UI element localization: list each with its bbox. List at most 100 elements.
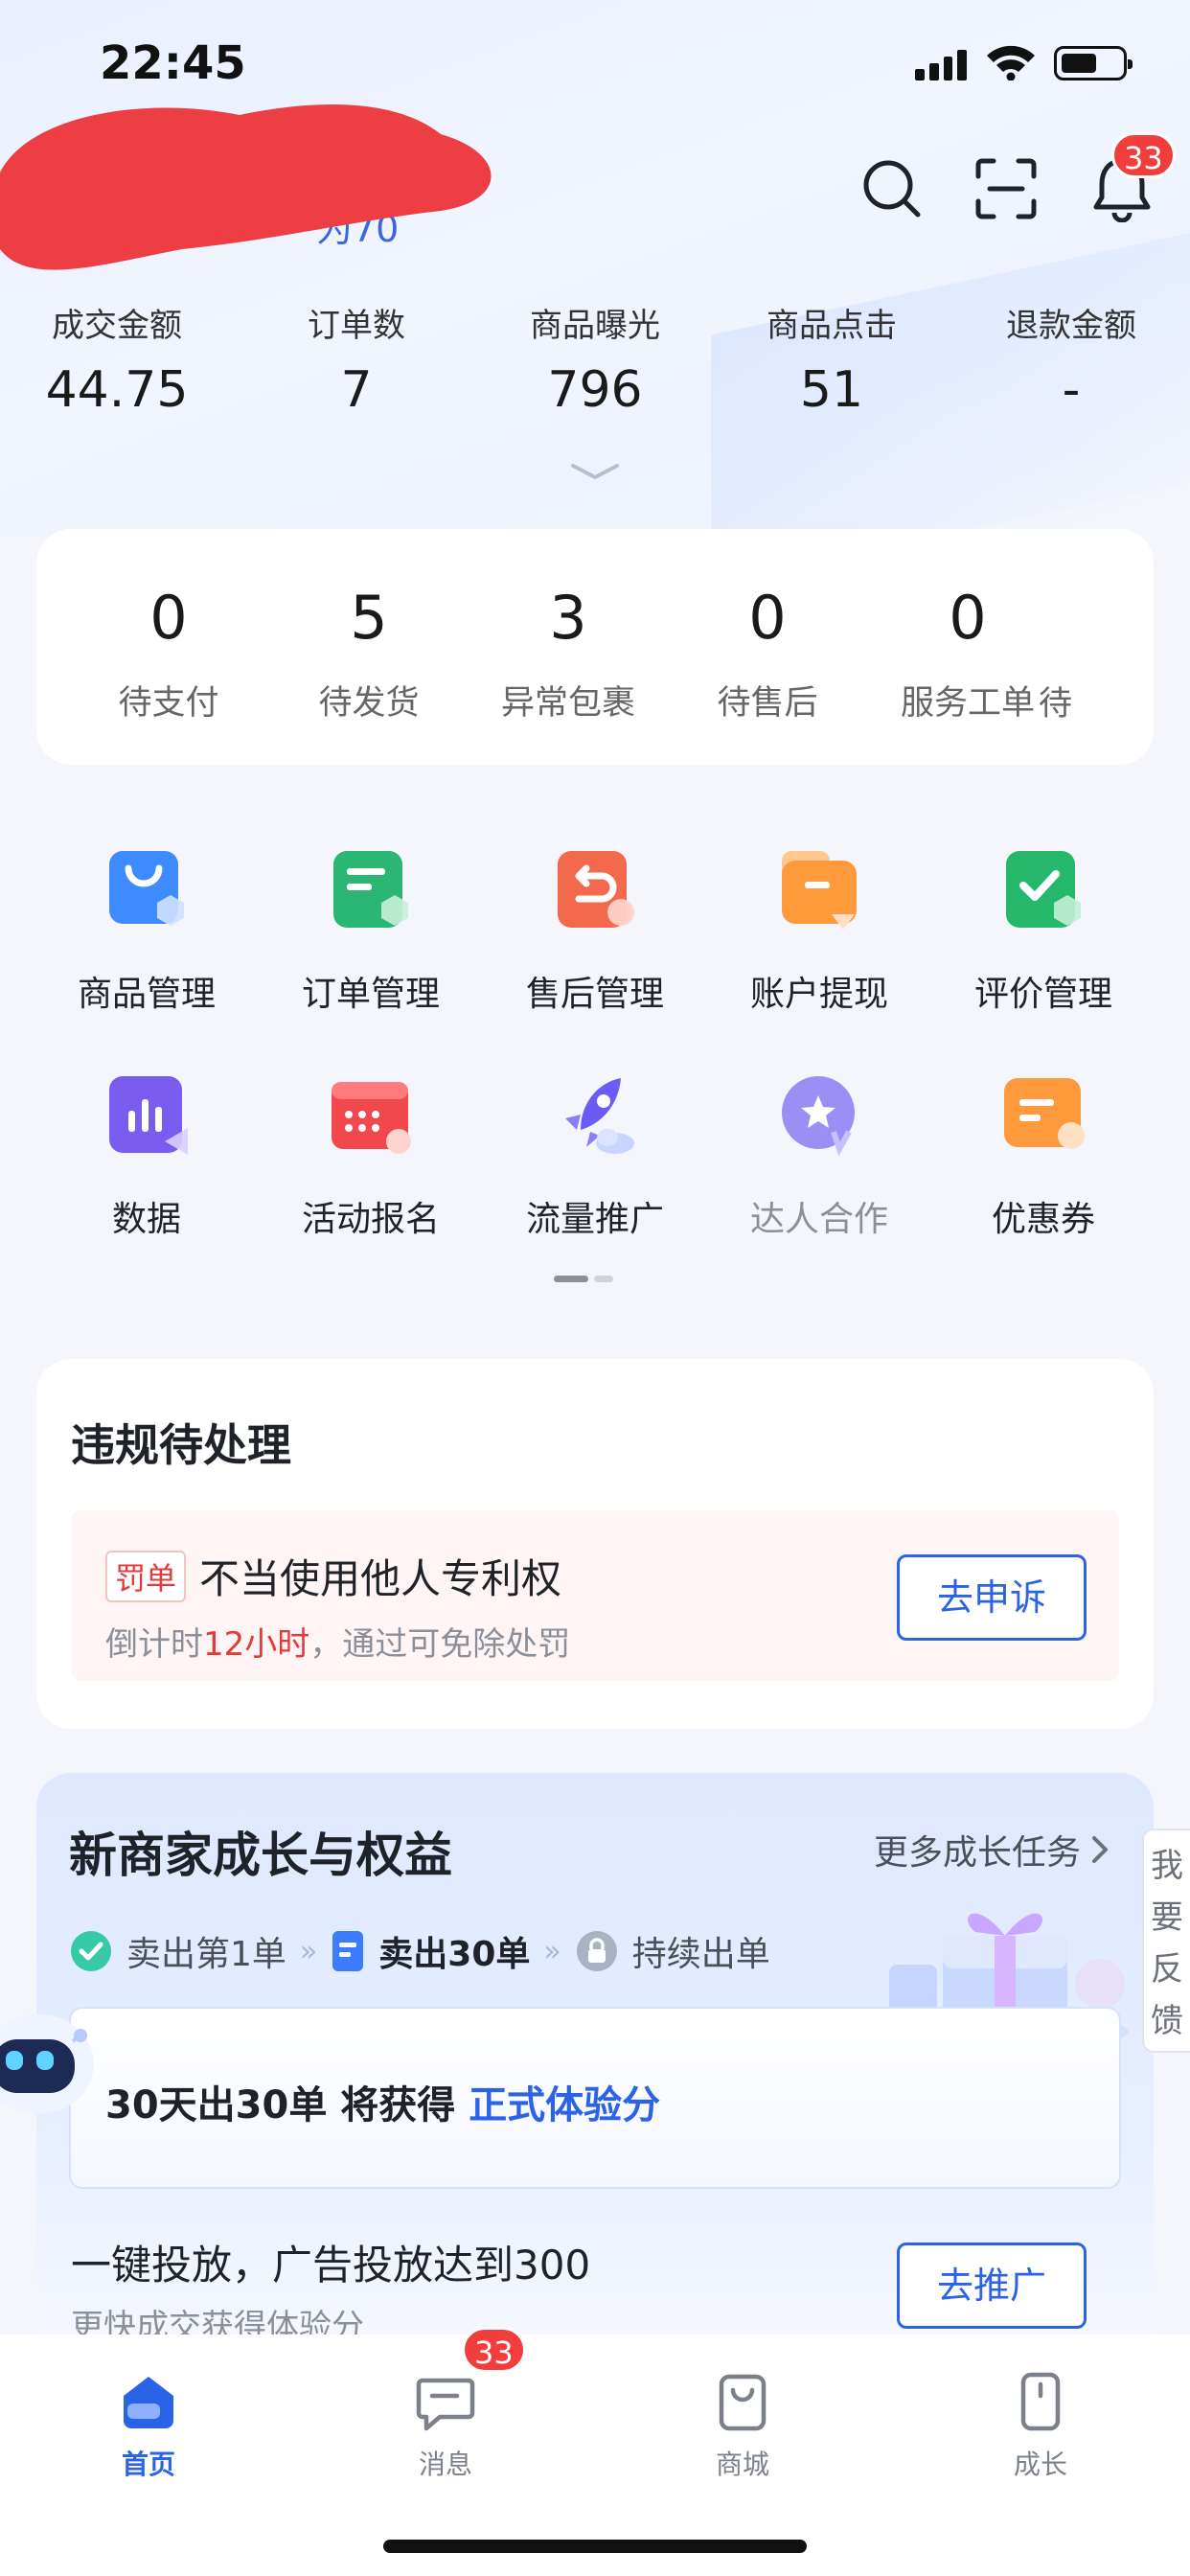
violation-countdown: 倒计时12小时，通过可免除处罚 <box>105 1618 570 1665</box>
search-icon[interactable] <box>858 155 926 222</box>
scan-icon[interactable] <box>973 155 1040 222</box>
grid-label: 商品管理 <box>77 975 216 1014</box>
goal-highlight: 正式体验分 <box>469 2083 661 2128</box>
order-pending-payment[interactable]: 0 待支付 <box>68 583 269 724</box>
bar-chart-icon <box>109 1076 188 1155</box>
cellular-signal-icon <box>915 48 967 80</box>
order-label: 异常包裹 <box>500 684 635 723</box>
nav-label: 商城 <box>715 2449 769 2480</box>
stat-gmv[interactable]: 成交金额 44.75 <box>11 299 222 419</box>
order-label: 待发货 <box>318 684 420 723</box>
grid-label: 优惠券 <box>991 1200 1095 1239</box>
order-status-card: 0 待支付 5 待发货 3 异常包裹 0 待售后 0 服务工单 待 <box>36 529 1154 765</box>
grid-goods-management[interactable]: 商品管理 <box>34 847 259 1016</box>
step-arrow-icon: » <box>543 1934 561 1968</box>
order-count: 3 <box>549 583 587 653</box>
grid-activity-signup[interactable]: 活动报名 <box>259 1072 483 1241</box>
grid-traffic-promotion[interactable]: 流量推广 <box>483 1072 707 1241</box>
grid-label: 售后管理 <box>525 975 664 1014</box>
nav-growth[interactable]: 成长 <box>983 2371 1098 2482</box>
goal-text: 30天出30单 将获得 正式体验分 <box>105 2074 660 2129</box>
task-title: 一键投放，广告投放达到300 <box>71 2242 591 2288</box>
nav-messages[interactable]: 消息 <box>388 2371 503 2482</box>
page-indicator-active <box>554 1276 588 1282</box>
robot-assistant-icon[interactable] <box>0 1997 105 2131</box>
grid-account-withdraw[interactable]: 账户提现 <box>707 847 931 1016</box>
countdown-suffix: ，通过可免除处罚 <box>309 1625 571 1664</box>
stat-label: 商品点击 <box>767 307 897 345</box>
grid-label: 达人合作 <box>749 1200 888 1239</box>
grid-label: 订单管理 <box>301 975 440 1014</box>
grid-data[interactable]: 数据 <box>34 1072 259 1241</box>
redaction-mark <box>0 104 492 270</box>
promote-button[interactable]: 去推广 <box>897 2242 1087 2329</box>
order-label: 待售后 <box>717 684 818 723</box>
grid-coupon[interactable]: 优惠券 <box>931 1072 1156 1241</box>
step-label: 卖出第1单 <box>126 1935 286 1974</box>
fade-edge <box>1087 529 1154 765</box>
order-list-icon <box>333 851 408 928</box>
order-count: 0 <box>149 583 188 653</box>
shopping-bag-icon <box>719 2374 767 2431</box>
grid-influencer-cooperation[interactable]: 达人合作 <box>707 1072 931 1241</box>
wallet-icon <box>782 851 857 930</box>
violation-item[interactable]: 罚单 不当使用他人专利权 倒计时12小时，通过可免除处罚 去申诉 <box>71 1510 1119 1681</box>
violation-title: 违规待处理 <box>71 1419 291 1471</box>
order-abnormal-package[interactable]: 3 异常包裹 <box>468 583 669 724</box>
nav-home[interactable]: 首页 <box>91 2371 206 2482</box>
growth-icon <box>1020 2372 1061 2431</box>
calendar-icon <box>332 1082 411 1154</box>
feedback-tab[interactable]: 我要反馈 <box>1142 1828 1190 2053</box>
nav-label: 成长 <box>1013 2449 1067 2480</box>
step-current-icon <box>332 1931 364 1971</box>
wifi-icon <box>987 45 1035 80</box>
chevron-down-icon[interactable] <box>569 460 621 483</box>
nav-label: 消息 <box>418 2449 472 2480</box>
penalty-tag: 罚单 <box>105 1550 187 1602</box>
battery-icon <box>1054 46 1133 80</box>
order-count: 0 <box>748 583 787 653</box>
stat-value: 796 <box>547 361 643 419</box>
order-after-sales[interactable]: 0 待售后 <box>667 583 868 724</box>
growth-goal-box: 30天出30单 将获得 正式体验分 <box>69 2007 1121 2189</box>
countdown-value: 12小时 <box>203 1625 310 1664</box>
stat-clicks[interactable]: 商品点击 51 <box>726 299 937 419</box>
stat-label: 商品曝光 <box>530 307 660 345</box>
grid-label: 评价管理 <box>973 975 1112 1014</box>
lock-icon <box>576 1931 617 1971</box>
appeal-button[interactable]: 去申诉 <box>897 1554 1087 1641</box>
order-count: 5 <box>350 583 388 653</box>
nav-label: 首页 <box>121 2449 175 2480</box>
grid-after-sales-management[interactable]: 售后管理 <box>483 847 707 1016</box>
step-label: 卖出30单 <box>378 1935 531 1974</box>
stat-value: - <box>1062 361 1081 419</box>
grid-label: 账户提现 <box>749 975 888 1014</box>
chevron-right-icon <box>1092 1836 1108 1863</box>
step-arrow-icon: » <box>299 1934 318 1968</box>
order-to-ship[interactable]: 5 待发货 <box>268 583 469 724</box>
grid-label: 数据 <box>111 1200 181 1239</box>
stat-label: 成交金额 <box>52 307 182 345</box>
stat-exposure[interactable]: 商品曝光 796 <box>490 299 700 419</box>
stat-value: 7 <box>340 361 373 419</box>
step-done-icon <box>71 1931 111 1971</box>
growth-title: 新商家成长与权益 <box>69 1828 452 1883</box>
grid-order-management[interactable]: 订单管理 <box>259 847 483 1016</box>
nav-mall[interactable]: 商城 <box>685 2371 800 2482</box>
more-growth-tasks-link[interactable]: 更多成长任务 <box>874 1825 1110 1874</box>
stat-value: 44.75 <box>45 361 189 419</box>
stat-value: 51 <box>799 361 864 419</box>
page-indicator <box>594 1276 613 1282</box>
message-icon <box>416 2378 475 2431</box>
return-icon <box>558 851 634 928</box>
stat-orders[interactable]: 订单数 7 <box>251 299 462 419</box>
violation-card: 违规待处理 罚单 不当使用他人专利权 倒计时12小时，通过可免除处罚 去申诉 <box>36 1359 1154 1729</box>
stat-refund[interactable]: 退款金额 - <box>966 299 1177 419</box>
grid-label: 活动报名 <box>301 1200 440 1239</box>
more-tasks-label: 更多成长任务 <box>873 1833 1081 1873</box>
growth-steps: 卖出第1单 » 卖出30单 » 持续出单 <box>69 1926 770 1976</box>
goods-bag-icon <box>109 851 184 926</box>
grid-review-management[interactable]: 评价管理 <box>931 847 1156 1016</box>
notification-badge: 33 <box>1111 132 1176 178</box>
home-icon <box>124 2377 173 2428</box>
